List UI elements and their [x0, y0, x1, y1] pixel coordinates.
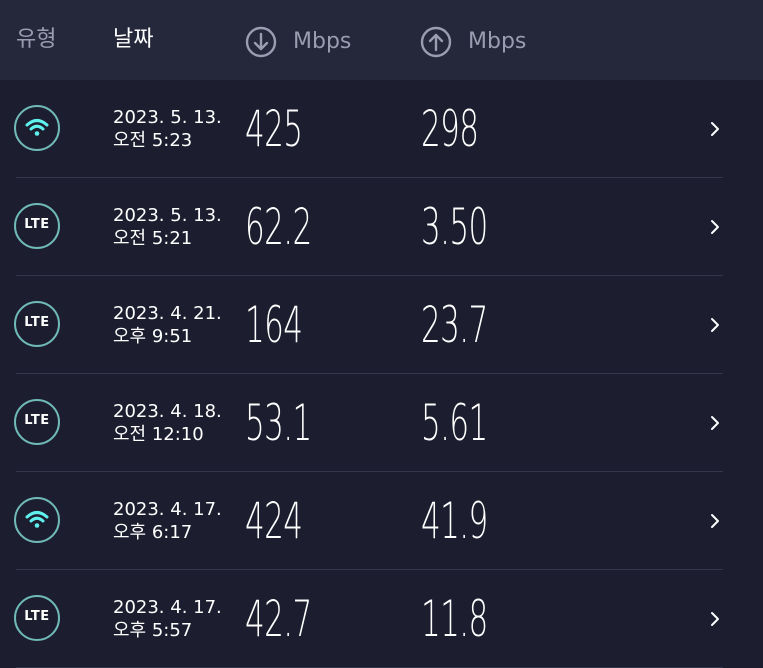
speedtest-results-screen: 유형 날짜 Mbps Mbps 2023. 5. 13. 오전 5:23 425…: [0, 0, 763, 668]
wifi-icon: [14, 497, 60, 543]
result-datetime: 2023. 4. 17. 오후 5:57: [113, 596, 222, 642]
result-row[interactable]: LTE 2023. 4. 17. 오후 5:57 42.7 11.8: [0, 570, 763, 668]
lte-icon: LTE: [14, 595, 60, 641]
lte-badge-label: LTE: [24, 217, 50, 232]
result-time: 오후 6:17: [113, 522, 193, 543]
upload-arrow-icon: [420, 26, 452, 58]
download-speed: 425: [245, 100, 303, 158]
chevron-right-icon: [711, 612, 719, 626]
chevron-right-icon: [711, 514, 719, 528]
result-date: 2023. 4. 17.: [113, 499, 222, 520]
result-row[interactable]: LTE 2023. 4. 21. 오후 9:51 164 23.7: [0, 276, 763, 374]
result-date: 2023. 5. 13.: [113, 107, 222, 128]
result-date: 2023. 4. 18.: [113, 401, 222, 422]
chevron-right-icon: [711, 416, 719, 430]
result-datetime: 2023. 5. 13. 오전 5:23: [113, 106, 222, 152]
result-row[interactable]: LTE 2023. 4. 18. 오전 12:10 53.1 5.61: [0, 374, 763, 472]
lte-badge-label: LTE: [24, 609, 50, 624]
result-date: 2023. 4. 21.: [113, 303, 222, 324]
result-datetime: 2023. 5. 13. 오전 5:21: [113, 204, 222, 250]
lte-icon: LTE: [14, 399, 60, 445]
download-speed: 62.2: [245, 198, 312, 256]
upload-speed: 5.61: [421, 394, 488, 452]
results-list: 2023. 5. 13. 오전 5:23 425 298 LTE 2023. 5…: [0, 80, 763, 668]
upload-speed: 41.9: [421, 492, 488, 550]
chevron-right-icon: [711, 318, 719, 332]
lte-badge-label: LTE: [24, 315, 50, 330]
column-header-upload[interactable]: Mbps: [420, 26, 526, 58]
upload-speed: 3.50: [421, 198, 488, 256]
download-speed: 164: [245, 296, 303, 354]
result-date: 2023. 4. 17.: [113, 597, 222, 618]
result-time: 오전 5:23: [113, 130, 193, 151]
upload-speed: 11.8: [421, 590, 488, 648]
upload-speed: 23.7: [421, 296, 488, 354]
result-time: 오전 5:21: [113, 228, 193, 249]
column-header-download[interactable]: Mbps: [245, 26, 351, 58]
column-header-type[interactable]: 유형: [16, 26, 56, 54]
wifi-icon: [14, 105, 60, 151]
result-datetime: 2023. 4. 21. 오후 9:51: [113, 302, 222, 348]
upload-unit-label: Mbps: [468, 29, 527, 54]
result-time: 오전 12:10: [113, 424, 204, 445]
result-time: 오후 9:51: [113, 326, 193, 347]
chevron-right-icon: [711, 220, 719, 234]
download-arrow-icon: [245, 26, 277, 58]
download-unit-label: Mbps: [293, 29, 352, 54]
result-row[interactable]: 2023. 4. 17. 오후 6:17 424 41.9: [0, 472, 763, 570]
result-row[interactable]: LTE 2023. 5. 13. 오전 5:21 62.2 3.50: [0, 178, 763, 276]
result-row[interactable]: 2023. 5. 13. 오전 5:23 425 298: [0, 80, 763, 178]
download-speed: 53.1: [245, 394, 312, 452]
column-header-date[interactable]: 날짜: [113, 26, 153, 54]
download-speed: 424: [245, 492, 303, 550]
download-speed: 42.7: [245, 590, 312, 648]
result-date: 2023. 5. 13.: [113, 205, 222, 226]
lte-icon: LTE: [14, 301, 60, 347]
result-datetime: 2023. 4. 17. 오후 6:17: [113, 498, 222, 544]
chevron-right-icon: [711, 122, 719, 136]
upload-speed: 298: [421, 100, 479, 158]
results-header: 유형 날짜 Mbps Mbps: [0, 0, 763, 80]
lte-icon: LTE: [14, 203, 60, 249]
result-time: 오후 5:57: [113, 620, 193, 641]
result-datetime: 2023. 4. 18. 오전 12:10: [113, 400, 222, 446]
lte-badge-label: LTE: [24, 413, 50, 428]
